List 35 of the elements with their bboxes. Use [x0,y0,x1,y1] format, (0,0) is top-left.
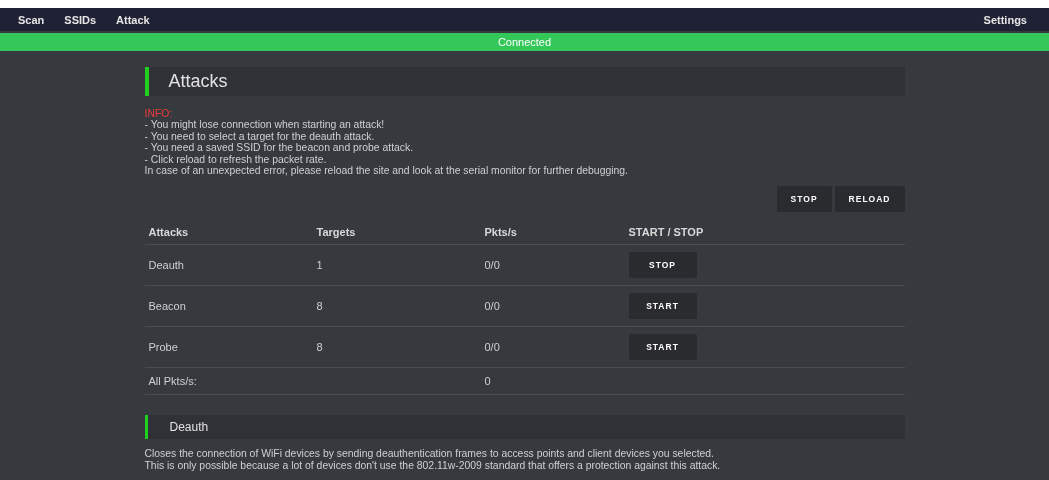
page-title: Attacks [144,67,905,96]
info-label: INFO: [144,108,174,120]
settings-link[interactable]: Settings [973,13,1037,26]
table-cell: Deauth [148,259,184,272]
section-title: Deauth [144,415,905,440]
table-cell: 0/0 [484,259,500,272]
start-stop-button[interactable]: START [628,334,697,361]
table-cell: Beacon [148,300,186,313]
nav-link[interactable]: Scan [8,13,55,26]
table-cell: 8 [316,341,323,354]
table-cell: 0/0 [484,300,500,313]
table-cell: 1 [316,259,323,272]
description-text: Closes the connection of WiFi devices by sending deauthentication frames to access points and client devices you selected. [144,448,715,460]
table-cell: All Pkts/s: [148,375,197,388]
start-stop-button[interactable]: START [628,293,697,320]
info-text: - You need a saved SSID for the beacon and probe attack. [144,142,415,154]
nav-link[interactable]: Attack [106,13,160,26]
info-text: - You might lose connection when starting an attack! [144,119,386,131]
table-cell: 8 [316,300,323,313]
description-text: This is only possible because a lot of devices don't use the 802.11w-2009 standard that offers a protection against this attack. [144,459,722,472]
table-cell: 0/0 [484,341,500,354]
column-header: Pkts/s [480,220,625,245]
column-header: START / STOP [624,220,905,245]
info-text: - You need to select a target for the deauth attack. [144,130,376,143]
action-button[interactable]: STOP [776,186,832,213]
column-header: Targets [312,220,481,245]
start-stop-button[interactable]: STOP [628,252,697,279]
table-cell: 0 [484,375,491,388]
nav-link[interactable]: SSIDs [54,13,107,26]
column-header: Attacks [144,220,313,245]
info-text: In case of an unexpected error, please reload the site and look at the serial monitor for further debugging. [144,165,629,177]
status-bar: Connected [0,33,1049,51]
table-cell: Probe [148,341,178,354]
info-text: - Click reload to refresh the packet rate. [144,153,328,166]
action-button[interactable]: RELOAD [834,186,905,213]
